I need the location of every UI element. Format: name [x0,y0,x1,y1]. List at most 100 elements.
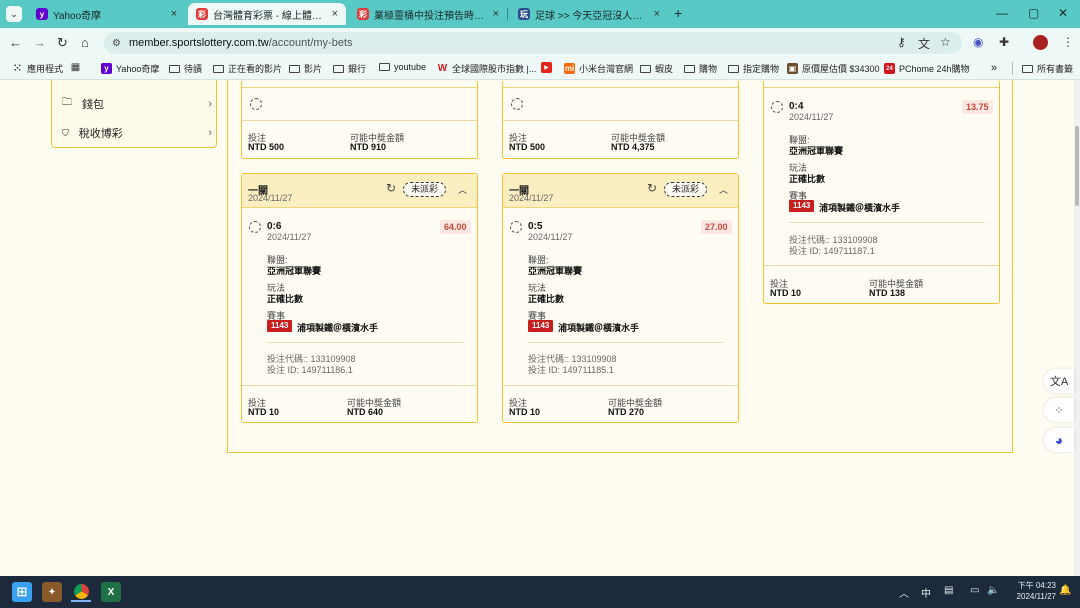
potential-value: NTD 910 [350,142,387,152]
minimize-icon[interactable]: — [996,6,1008,20]
bookmark-pchome[interactable]: 24 PChome 24h購物 [884,62,970,75]
network-icon[interactable]: ▭ [970,585,979,596]
folder-icon [289,64,300,73]
potential-value: NTD 138 [869,288,906,298]
close-tab-icon[interactable]: × [654,8,660,20]
maximize-icon[interactable]: ▢ [1028,6,1039,20]
profile-avatar[interactable] [1033,35,1048,50]
league-value: 亞洲冠軍聯賽 [267,266,322,276]
clipboard-icon[interactable]: ▤ [944,585,953,596]
bookmark-folder-youtube[interactable]: youtube [379,62,426,72]
excel-icon[interactable]: X [101,582,121,602]
url-path: /account/my-bets [268,37,353,49]
tab-forum[interactable]: 玩 足球 >> 今天亞冠沒人玩？ - 玩 × [510,3,668,25]
sidebar-item-tax[interactable]: ⛉ 稅收博彩 › [62,125,212,141]
youtube-icon: ▶ [541,62,552,73]
bookmarks-overflow-icon[interactable]: » [991,62,997,74]
match-date: 2024/11/27 [789,112,834,122]
notification-bell-icon[interactable]: 🔔 [1059,585,1071,596]
new-tab-button[interactable]: + [674,5,682,21]
selection-radio[interactable] [771,101,783,113]
chevron-right-icon: › [208,127,212,139]
bookmark-apps[interactable]: ⁙ 應用程式 [12,62,63,75]
coolpc-icon: ▣ [787,63,798,74]
bookmark-yahoo[interactable]: y Yahoo奇摩 [101,62,159,75]
home-icon[interactable]: ⌂ [81,35,89,50]
game-app-icon[interactable]: ✦ [42,582,62,602]
menu-kebab-icon[interactable]: ⋮ [1062,35,1074,49]
tab-yahoo[interactable]: y Yahoo奇摩 × [28,3,185,25]
volume-icon[interactable]: 🔈 [987,585,999,596]
close-tab-icon[interactable]: × [493,8,499,20]
event-value: 浦項製鐵＠橫濱水手 [819,203,901,213]
close-tab-icon[interactable]: × [332,8,338,20]
grid-icon: ▦ [70,62,81,73]
pchome-icon: 24 [884,63,895,74]
bet-card: 一關 2024/11/27 ↻ 未派彩 ︿ 0:6 2024/11/27 64.… [241,173,478,423]
card-divider [242,385,477,386]
stake-value: NTD 500 [248,142,285,152]
tray-overflow-icon[interactable]: ︿ [899,585,909,600]
windows-start-icon[interactable]: ⊞ [12,582,32,602]
bookmark-folder-videos[interactable]: 影片 [289,62,322,75]
site-info-icon[interactable]: ⚙ [112,38,121,49]
detail-divider [267,342,463,343]
selection-radio[interactable] [249,221,261,233]
password-key-icon[interactable]: ⚷ [897,35,906,49]
collapse-icon[interactable]: ︿ [719,183,728,196]
tab-title: Yahoo奇摩 [53,10,102,22]
bookmark-folder-designated[interactable]: 指定購物 [728,62,779,75]
close-window-icon[interactable]: ✕ [1058,6,1068,20]
translate-icon[interactable]: 文 [918,35,930,52]
bookmark-folder-bank[interactable]: 銀行 [333,62,366,75]
bookmark-star-icon[interactable]: ☆ [940,35,951,49]
yahoo-icon: y [101,63,112,74]
bookmark-coolpc[interactable]: ▣ 原價屋估價 $34300 [787,62,880,75]
bet-date: 2024/11/27 [248,193,293,203]
tab-schedule[interactable]: 彩 業極靈桶中投注預告時間表 - 台 × [349,3,507,25]
refresh-icon[interactable]: ↻ [386,182,399,195]
close-tab-icon[interactable]: × [171,8,177,20]
back-icon[interactable]: ← [9,35,22,50]
market-value: 正確比數 [267,294,304,304]
potential-value: NTD 640 [347,407,384,417]
scrollbar-thumb[interactable] [1075,126,1079,206]
reload-icon[interactable]: ↻ [57,35,68,51]
chrome-logo-icon [73,583,89,599]
forward-icon[interactable]: → [33,35,46,50]
bookmark-folder-toread[interactable]: 待讀 [169,62,202,75]
score-selection: 0:6 [267,221,282,232]
bookmark-folder-shopping[interactable]: 購物 [684,62,717,75]
tab-search-button[interactable]: ⌄ [6,6,22,22]
address-bar[interactable]: ⚙ member.sportslottery.com.tw/account/my… [104,32,962,54]
chrome-icon[interactable] [71,582,91,602]
event-number-badge: 1143 [267,320,293,332]
bet-id: 投注 ID: 149711187.1 [789,246,875,256]
assistant-float-icon[interactable]: ◕ [1044,428,1074,452]
selection-radio[interactable] [511,98,523,110]
apps-float-icon[interactable]: ⁘ [1044,398,1074,422]
bookmark-folder-watching[interactable]: 正在看的影片 [213,62,282,75]
bookmark-mi[interactable]: mi 小米台灣官網 [564,62,633,75]
tab-sportslottery[interactable]: 彩 台灣體育彩票 - 線上體育博彩 × [188,3,346,25]
selection-radio[interactable] [510,221,522,233]
bookmark-stock-index[interactable]: W 全球國際股市指數 |... [437,62,537,75]
bookmark-youtube[interactable]: ▶ [541,62,556,73]
translate-float-icon[interactable]: 文A [1044,369,1074,393]
taskbar-clock[interactable]: 下午 04:23 2024/11/27 [1008,580,1056,602]
copilot-icon[interactable]: ◉ [973,35,983,49]
league-value: 亞洲冠軍聯賽 [789,146,844,156]
stake-value: NTD 10 [509,407,541,417]
collapse-icon[interactable]: ︿ [458,183,467,196]
sidebar-item-wallet[interactable]: 🗀 錢包 › [62,95,212,112]
market-value: 正確比數 [789,174,826,184]
extensions-icon[interactable]: ✚ [999,35,1009,49]
ime-indicator[interactable]: 中 [921,585,931,600]
selection-radio[interactable] [250,98,262,110]
bookmark-folder-shopee[interactable]: 蝦皮 [640,62,673,75]
bookmark-grid[interactable]: ▦ [70,62,85,73]
bookmark-all[interactable]: 所有書籤 [1022,62,1073,75]
tab-title: 足球 >> 今天亞冠沒人玩？ - 玩 [535,10,650,22]
shield-icon: ⛉ [62,127,69,138]
refresh-icon[interactable]: ↻ [647,182,660,195]
